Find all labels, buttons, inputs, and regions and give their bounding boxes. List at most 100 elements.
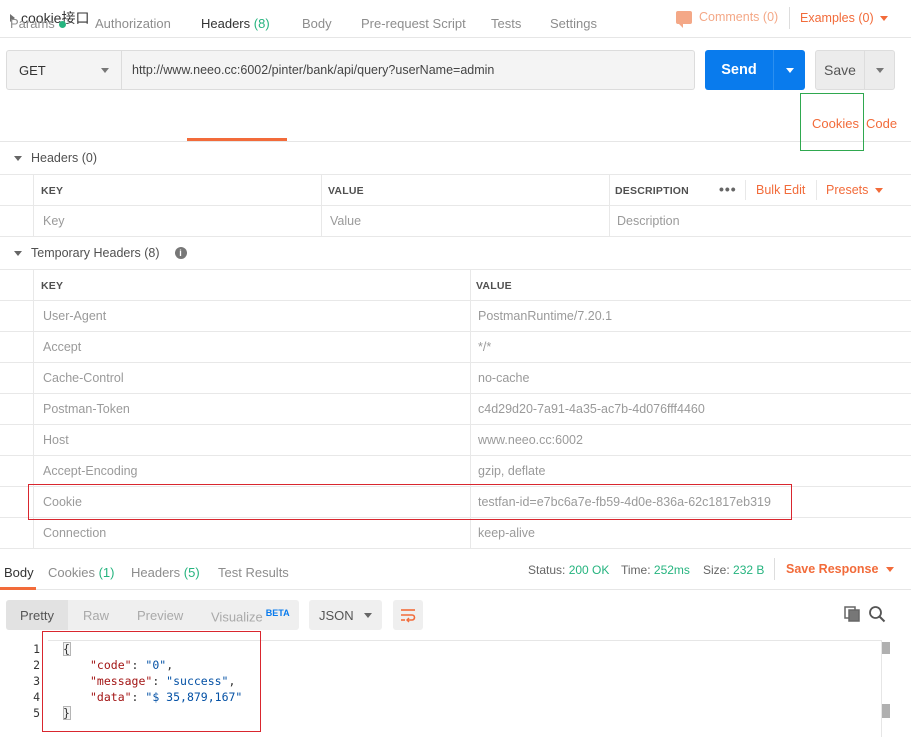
save-options-button[interactable] xyxy=(865,67,894,73)
line-number: 2 xyxy=(33,658,40,672)
response-tab-cookies[interactable]: Cookies (1) xyxy=(48,565,114,580)
size-indicator[interactable]: Size: 232 B xyxy=(703,563,764,577)
tab-tests[interactable]: Tests xyxy=(491,16,521,31)
column-header-key: KEY xyxy=(41,185,64,197)
cookies-highlight-box xyxy=(800,93,864,151)
status-dot-icon xyxy=(58,21,66,29)
request-tabs xyxy=(0,100,911,142)
divider xyxy=(0,300,911,301)
line-number: 1 xyxy=(33,642,40,656)
divider xyxy=(0,393,911,394)
chevron-down-icon xyxy=(785,67,794,73)
comments-button[interactable]: Comments (0) xyxy=(676,10,778,28)
divider xyxy=(609,174,610,236)
copy-icon[interactable] xyxy=(844,606,860,622)
scrollbar-thumb[interactable] xyxy=(882,642,890,654)
scrollbar-thumb[interactable] xyxy=(882,704,890,718)
bulk-edit-button[interactable]: Bulk Edit xyxy=(756,183,805,197)
response-tab-body[interactable]: Body xyxy=(4,565,34,580)
header-key: Accept-Encoding xyxy=(43,464,138,478)
size-value: 232 B xyxy=(733,563,765,577)
presets-dropdown[interactable]: Presets xyxy=(826,183,884,197)
method-select[interactable]: GET xyxy=(6,50,122,90)
header-value: keep-alive xyxy=(478,526,535,540)
status-indicator[interactable]: Status: 200 OK xyxy=(528,563,609,577)
size-label: Size: xyxy=(703,563,730,577)
tab-headers-label: Headers xyxy=(201,16,251,31)
header-value: no-cache xyxy=(478,371,530,385)
examples-label: Examples (0) xyxy=(800,11,874,25)
headers-section-title: Headers (0) xyxy=(31,151,97,165)
response-tab-headers[interactable]: Headers (5) xyxy=(131,565,200,580)
format-visualize[interactable]: Visualize BETA xyxy=(211,608,290,624)
send-label: Send xyxy=(721,62,757,78)
format-raw[interactable]: Raw xyxy=(83,608,109,623)
code-link[interactable]: Code xyxy=(866,116,897,131)
header-value: PostmanRuntime/7.20.1 xyxy=(478,309,613,323)
key-input[interactable]: Key xyxy=(43,214,65,228)
tab-prerequest-script[interactable]: Pre-request Script xyxy=(361,16,466,31)
presets-label: Presets xyxy=(826,183,869,197)
description-input[interactable]: Description xyxy=(617,214,680,228)
status-label: Status: xyxy=(528,563,566,577)
save-label: Save xyxy=(824,62,856,78)
response-tab-headers-label: Headers xyxy=(131,565,181,580)
time-indicator[interactable]: Time: 252ms xyxy=(621,563,690,577)
divider xyxy=(0,331,911,332)
temporary-headers-toggle[interactable]: Temporary Headers (8) i xyxy=(14,246,187,260)
response-tab-cookies-label: Cookies xyxy=(48,565,95,580)
format-visualize-label: Visualize xyxy=(211,609,263,625)
divider xyxy=(0,205,911,206)
divider xyxy=(774,558,775,580)
divider xyxy=(0,548,911,549)
active-tab-indicator xyxy=(0,587,36,590)
tab-body[interactable]: Body xyxy=(302,16,332,31)
language-select[interactable]: JSON xyxy=(309,600,382,630)
line-number: 3 xyxy=(33,674,40,688)
more-options-icon[interactable]: ••• xyxy=(719,181,737,197)
url-input[interactable]: http://www.neeo.cc:6002/pinter/bank/api/… xyxy=(122,50,695,90)
headers-section-toggle[interactable]: Headers (0) xyxy=(14,151,97,165)
value-input[interactable]: Value xyxy=(330,214,361,228)
chevron-down-icon xyxy=(879,15,888,21)
tab-settings[interactable]: Settings xyxy=(550,16,597,31)
info-icon[interactable]: i xyxy=(174,247,187,259)
examples-dropdown[interactable]: Examples (0) xyxy=(800,11,888,25)
language-label: JSON xyxy=(319,607,354,623)
response-cookies-count: (1) xyxy=(98,565,115,580)
temporary-headers-title: Temporary Headers (8) xyxy=(31,246,160,260)
send-options-button[interactable] xyxy=(774,67,805,73)
save-response-dropdown[interactable]: Save Response xyxy=(786,562,895,576)
header-value: */* xyxy=(478,340,492,354)
column-header-value: VALUE xyxy=(328,185,364,197)
divider xyxy=(0,236,911,237)
chevron-down-icon xyxy=(875,67,884,73)
url-value: http://www.neeo.cc:6002/pinter/bank/api/… xyxy=(132,63,495,77)
format-pretty[interactable]: Pretty xyxy=(20,608,54,623)
cookie-row-highlight-box xyxy=(28,484,792,520)
format-preview[interactable]: Preview xyxy=(137,608,183,623)
wrap-lines-button[interactable] xyxy=(393,600,423,630)
time-value: 252ms xyxy=(653,563,690,577)
divider xyxy=(33,174,34,236)
tab-headers[interactable]: Headers (8) xyxy=(201,16,270,31)
collapse-arrow-icon xyxy=(14,155,22,161)
scrollbar[interactable] xyxy=(881,640,893,737)
chevron-down-icon xyxy=(886,566,895,572)
json-highlight-box xyxy=(42,631,261,732)
beta-badge: BETA xyxy=(265,608,290,618)
response-tab-test-results[interactable]: Test Results xyxy=(218,565,289,580)
save-response-label: Save Response xyxy=(786,562,879,576)
status-value: 200 OK xyxy=(568,563,610,577)
time-label: Time: xyxy=(621,563,651,577)
header-key: User-Agent xyxy=(43,309,107,323)
tab-authorization[interactable]: Authorization xyxy=(95,16,171,31)
search-icon[interactable] xyxy=(868,605,886,623)
column-header-value: VALUE xyxy=(476,280,512,292)
send-button[interactable]: Send xyxy=(705,50,805,90)
tab-params[interactable]: Params xyxy=(10,16,66,31)
save-button[interactable]: Save xyxy=(815,50,895,90)
header-value: gzip, deflate xyxy=(478,464,546,478)
chevron-down-icon xyxy=(101,67,109,73)
divider xyxy=(321,174,322,236)
